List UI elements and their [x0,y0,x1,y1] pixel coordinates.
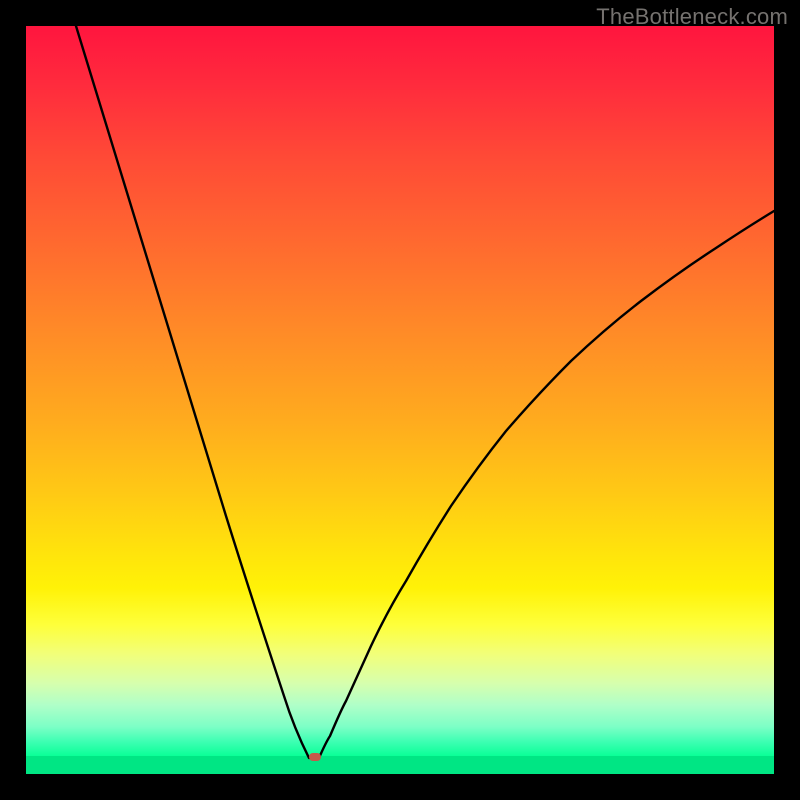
bottleneck-curve [26,26,774,774]
outer-frame: TheBottleneck.com [0,0,800,800]
watermark-text: TheBottleneck.com [596,4,788,30]
plot-area [26,26,774,774]
curve-left-branch [76,26,309,758]
minimum-marker [309,753,321,761]
curve-right-branch [319,211,774,758]
